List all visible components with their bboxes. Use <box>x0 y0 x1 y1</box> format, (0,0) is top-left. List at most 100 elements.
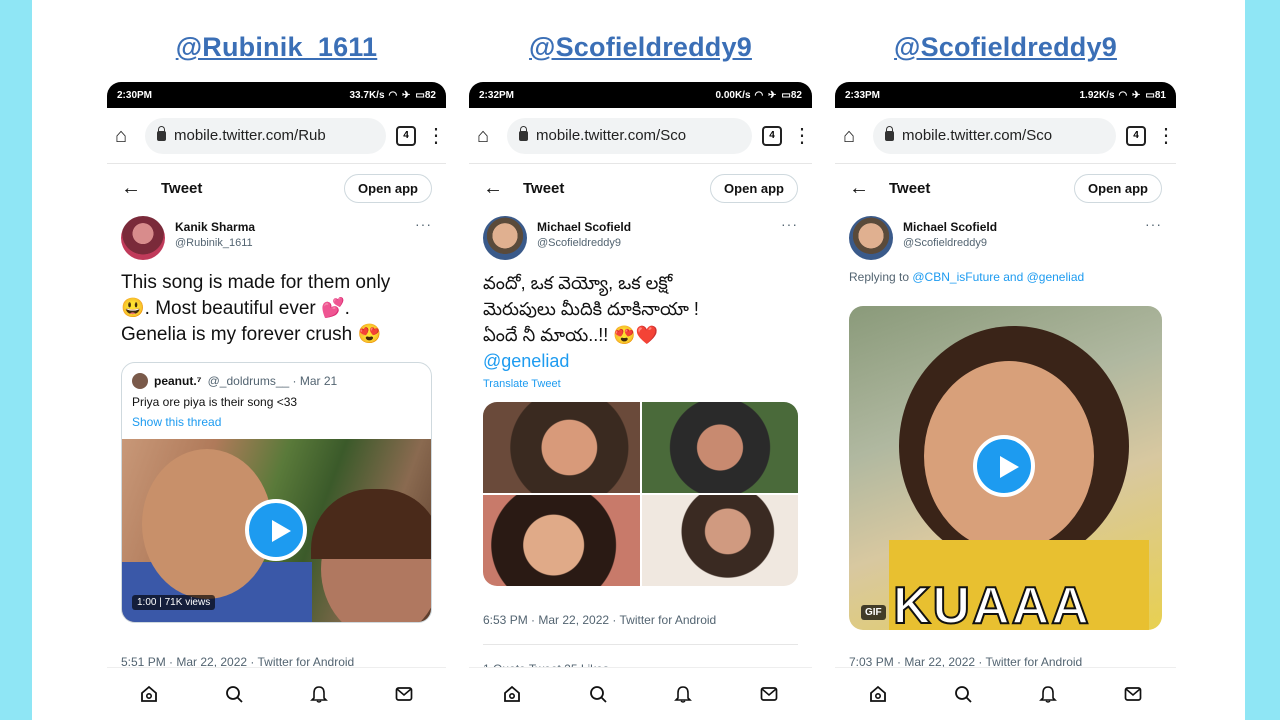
messages-icon[interactable] <box>392 682 416 706</box>
photo[interactable] <box>483 495 640 586</box>
wifi-icon: ◠ ✈ <box>1118 89 1142 101</box>
tweet-header: ← Tweet Open app <box>835 164 1176 212</box>
tabs-icon[interactable]: 4 <box>1126 125 1146 146</box>
tweet-text: This song is made for them only 😃. Most … <box>107 260 446 348</box>
network-speed: 0.00K/s <box>715 89 751 101</box>
tweet-header: ← Tweet Open app <box>107 164 446 212</box>
search-icon[interactable] <box>951 682 975 706</box>
open-app-button[interactable]: Open app <box>1074 173 1162 203</box>
reply-mentions[interactable]: @CBN_isFuture and @geneliad <box>912 270 1084 284</box>
back-arrow-icon[interactable]: ← <box>849 177 871 200</box>
quote-handle: @_doldrums__ · Mar 21 <box>207 374 338 388</box>
more-options-icon[interactable]: ··· <box>415 216 432 232</box>
phone-screen: 2:33PM 1.92K/s ◠ ✈ ▭81 ⌂ mobile.twitter.… <box>835 82 1176 720</box>
tweet-line: This song is made for them only <box>121 272 391 293</box>
notifications-icon[interactable] <box>307 682 331 706</box>
back-arrow-icon[interactable]: ← <box>483 177 505 200</box>
author-name[interactable]: Michael Scofield <box>903 220 1135 234</box>
status-time: 2:30PM <box>117 89 153 101</box>
screenshot-column-1: @Rubinik_1611 2:30PM 33.7K/s ◠ ✈ ▭82 ⌂ m… <box>107 0 446 720</box>
status-bar: 2:32PM 0.00K/s ◠ ✈ ▭82 <box>469 82 812 108</box>
translate-tweet-link[interactable]: Translate Tweet <box>469 374 812 390</box>
video-thumbnail[interactable]: 1:00 | 71K views <box>122 439 431 622</box>
home-icon[interactable]: ⌂ <box>115 126 135 146</box>
open-app-button[interactable]: Open app <box>344 173 432 203</box>
notifications-icon[interactable] <box>671 682 695 706</box>
network-speed: 1.92K/s <box>1079 89 1115 101</box>
wifi-icon: ◠ ✈ <box>388 89 412 101</box>
gif-media[interactable]: GIF KUAAA <box>849 306 1162 630</box>
status-time: 2:32PM <box>479 89 515 101</box>
tweet-timestamp[interactable]: 6:53 PM · Mar 22, 2022 · Twitter for And… <box>469 613 730 627</box>
search-icon[interactable] <box>222 682 246 706</box>
lock-icon <box>519 125 528 141</box>
author-name[interactable]: Kanik Sharma <box>175 220 405 234</box>
home-icon[interactable] <box>500 682 524 706</box>
bottom-nav <box>835 667 1176 720</box>
more-options-icon[interactable]: ··· <box>1145 216 1162 232</box>
column-title[interactable]: @Rubinik_1611 <box>107 32 446 63</box>
author-name[interactable]: Michael Scofield <box>537 220 771 234</box>
back-arrow-icon[interactable]: ← <box>121 177 143 200</box>
home-icon[interactable]: ⌂ <box>477 126 497 146</box>
tweet-author: Kanik Sharma @Rubinik_1611 ··· <box>107 212 446 260</box>
quote-author: peanut.⁷ <box>154 374 202 388</box>
home-icon[interactable] <box>866 682 890 706</box>
tweet-line: 😃. Most beautiful ever 💕. <box>121 298 350 319</box>
quoted-tweet[interactable]: peanut.⁷ @_doldrums__ · Mar 21 Priya ore… <box>121 362 432 623</box>
more-menu-icon[interactable]: ⋮ <box>792 126 812 146</box>
browser-url-bar: ⌂ mobile.twitter.com/Rub 4 ⋮ <box>107 108 446 164</box>
url-text: mobile.twitter.com/Sco <box>536 127 687 144</box>
url-field[interactable]: mobile.twitter.com/Rub <box>145 117 386 154</box>
tweet-author: Michael Scofield @Scofieldreddy9 ··· <box>469 212 812 260</box>
author-handle[interactable]: @Rubinik_1611 <box>175 237 405 249</box>
show-thread-link[interactable]: Show this thread <box>122 409 431 439</box>
photo[interactable] <box>641 495 798 586</box>
author-handle[interactable]: @Scofieldreddy9 <box>903 237 1135 249</box>
play-button[interactable] <box>973 435 1035 497</box>
avatar[interactable] <box>849 216 893 260</box>
url-field[interactable]: mobile.twitter.com/Sco <box>507 117 752 154</box>
avatar[interactable] <box>121 216 165 260</box>
column-title[interactable]: @Scofieldreddy9 <box>835 32 1176 63</box>
messages-icon[interactable] <box>757 682 781 706</box>
search-icon[interactable] <box>586 682 610 706</box>
status-bar: 2:30PM 33.7K/s ◠ ✈ ▭82 <box>107 82 446 108</box>
phone-screen: 2:30PM 33.7K/s ◠ ✈ ▭82 ⌂ mobile.twitter.… <box>107 82 446 720</box>
network-speed: 33.7K/s <box>349 89 385 101</box>
mention-link[interactable]: @geneliad <box>483 348 798 374</box>
home-icon[interactable]: ⌂ <box>843 126 863 146</box>
page-title: Tweet <box>161 179 203 197</box>
author-handle[interactable]: @Scofieldreddy9 <box>537 237 771 249</box>
more-options-icon[interactable]: ··· <box>781 216 798 232</box>
tabs-icon[interactable]: 4 <box>396 125 416 146</box>
gif-caption: KUAAA <box>892 576 1091 630</box>
lock-icon <box>885 125 894 141</box>
tweet-text: వందో, ఒక వెయ్యో, ఒక లక్షో మెరుపులు మీదిక… <box>469 260 812 374</box>
photo[interactable] <box>641 402 798 493</box>
open-app-button[interactable]: Open app <box>710 173 798 203</box>
url-field[interactable]: mobile.twitter.com/Sco <box>873 117 1116 154</box>
tabs-icon[interactable]: 4 <box>762 125 782 146</box>
battery-icon: ▭82 <box>781 89 802 101</box>
more-menu-icon[interactable]: ⋮ <box>1156 126 1176 146</box>
browser-url-bar: ⌂ mobile.twitter.com/Sco 4 ⋮ <box>835 108 1176 164</box>
tweet-line: మెరుపులు మీదికి దూకినాయా ! <box>483 299 699 319</box>
play-button[interactable] <box>245 499 307 561</box>
status-time: 2:33PM <box>845 89 881 101</box>
tweet-author: Michael Scofield @Scofieldreddy9 ··· <box>835 212 1176 260</box>
video-duration: 1:00 | 71K views <box>132 595 216 610</box>
quote-text: Priya ore piya is their song <33 <box>132 395 298 409</box>
messages-icon[interactable] <box>1121 682 1145 706</box>
column-title[interactable]: @Scofieldreddy9 <box>469 32 812 63</box>
quote-avatar <box>132 373 148 389</box>
more-menu-icon[interactable]: ⋮ <box>426 126 446 146</box>
photo[interactable] <box>483 402 640 493</box>
tweet-line: ఏందే నీ మాయ..!! 😍❤️ <box>483 325 659 345</box>
screenshot-column-3: @Scofieldreddy9 2:33PM 1.92K/s ◠ ✈ ▭81 ⌂… <box>835 0 1176 720</box>
phone-screen: 2:32PM 0.00K/s ◠ ✈ ▭82 ⌂ mobile.twitter.… <box>469 82 812 720</box>
home-icon[interactable] <box>137 682 161 706</box>
notifications-icon[interactable] <box>1036 682 1060 706</box>
avatar[interactable] <box>483 216 527 260</box>
wifi-icon: ◠ ✈ <box>754 89 778 101</box>
